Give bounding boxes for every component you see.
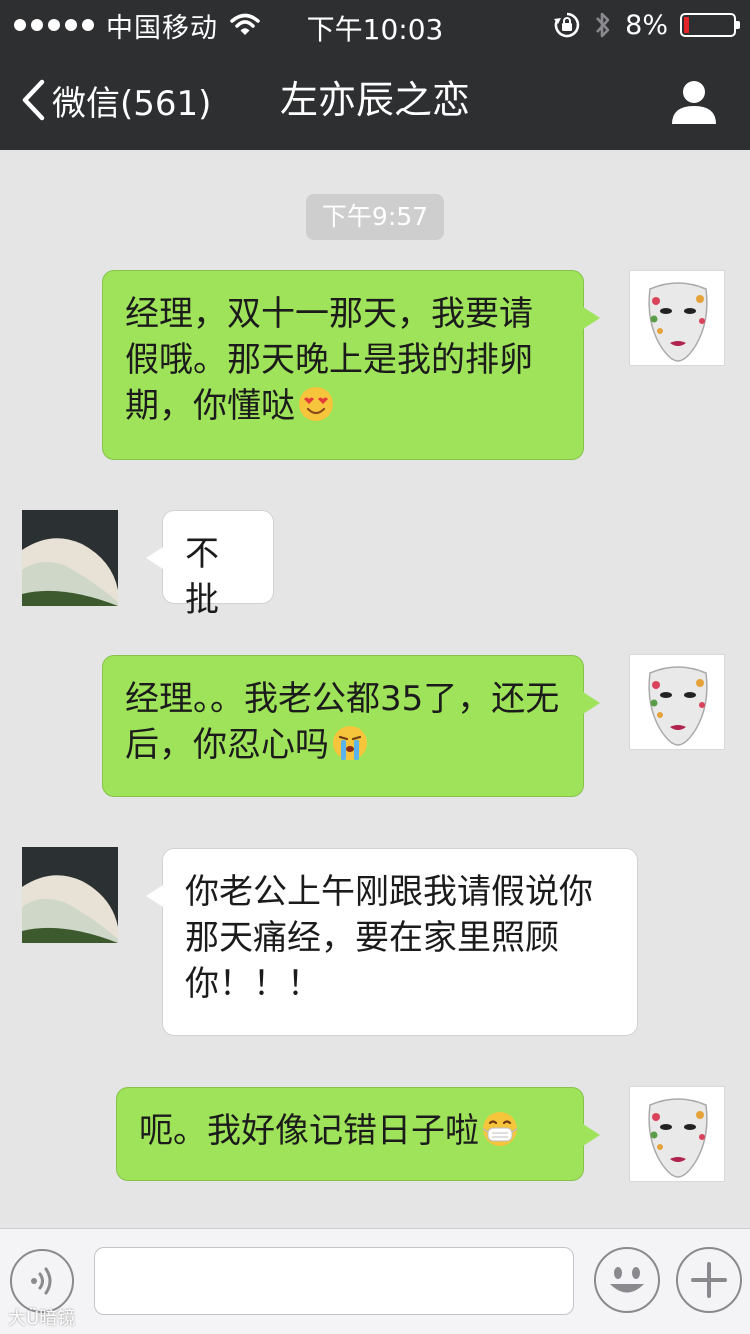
- nav-bar: 微信(561) 左亦辰之恋: [0, 50, 750, 150]
- my-avatar[interactable]: [629, 270, 725, 366]
- smiley-icon: [610, 1267, 644, 1293]
- message-text: 呃。我好像记错日子啦: [139, 1111, 479, 1151]
- heart-eyes-emoji-icon: [299, 387, 333, 421]
- status-bar: 中国移动 下午10:03 8%: [0, 0, 750, 50]
- contact-avatar[interactable]: [22, 847, 118, 943]
- mask-emoji-icon: [482, 1112, 518, 1146]
- photo-avatar-icon: [22, 847, 118, 943]
- message-bubble[interactable]: 不批: [146, 510, 274, 620]
- message-bubble[interactable]: 你老公上午刚跟我请假说你那天痛经，要在家里照顾你！！！: [146, 848, 638, 1036]
- my-avatar[interactable]: [629, 654, 725, 750]
- message-text: 你老公上午刚跟我请假说你那天痛经，要在家里照顾你！！！: [185, 872, 593, 1004]
- plus-icon: [691, 1262, 727, 1298]
- message-bubble[interactable]: 呃。我好像记错日子啦: [116, 1087, 600, 1181]
- message-text: 不批: [185, 534, 219, 620]
- more-actions-button[interactable]: [676, 1247, 742, 1313]
- rotation-lock-icon: [554, 12, 580, 38]
- contact-profile-icon[interactable]: [670, 78, 718, 126]
- battery-icon: [680, 13, 740, 37]
- emoji-button[interactable]: [594, 1247, 660, 1313]
- message-bubble[interactable]: 经理。。我老公都35了，还无后，你忍心吗: [102, 655, 600, 797]
- watermark: 大Ü暗镜: [8, 1308, 76, 1329]
- mask-avatar-icon: [648, 282, 708, 362]
- crying-emoji-icon: [333, 726, 367, 760]
- contact-avatar[interactable]: [22, 510, 118, 606]
- battery-percent: 8%: [625, 9, 668, 41]
- input-bar: 大Ü暗镜: [0, 1228, 750, 1334]
- message-bubble[interactable]: 经理，双十一那天，我要请假哦。那天晚上是我的排卵期，你懂哒: [102, 270, 600, 460]
- mask-avatar-icon: [648, 666, 708, 746]
- photo-avatar-icon: [22, 510, 118, 606]
- chat-title: 左亦辰之恋: [279, 78, 470, 122]
- my-avatar[interactable]: [629, 1086, 725, 1182]
- message-input[interactable]: [94, 1247, 574, 1315]
- voice-icon: [31, 1267, 52, 1295]
- message-timestamp: 下午9:57: [306, 194, 444, 240]
- mask-avatar-icon: [648, 1098, 708, 1178]
- bluetooth-icon: [596, 12, 610, 38]
- chat-area[interactable]: 下午9:57 经理，双十一那天，我要请假哦。那天晚上是我的排卵期，你懂哒 不批: [0, 150, 750, 1228]
